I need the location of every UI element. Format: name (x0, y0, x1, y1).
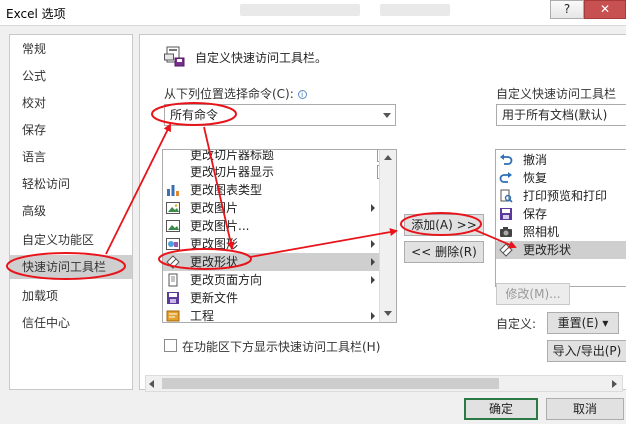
chart-type-icon (167, 185, 179, 196)
list-item[interactable]: 更改图片 (163, 199, 379, 217)
sidebar-item-save[interactable]: 保存 (10, 118, 132, 142)
list-item-label: 保存 (523, 207, 548, 221)
toolbar-commands-list[interactable]: 撤消 恢复 打印预览和打印 保存 照相机 更改形状 (495, 149, 626, 287)
shape-icon (499, 243, 513, 257)
page-orientation-icon (168, 273, 178, 287)
list-item[interactable]: 更改图表类型 (163, 181, 379, 199)
graphic-icon (166, 238, 180, 250)
modify-button[interactable]: 修改(M)... (496, 283, 570, 305)
sidebar-item-language[interactable]: 语言 (10, 145, 132, 169)
title-bar: Excel 选项 ? ✕ (0, 0, 626, 26)
list-item[interactable]: 更新文件 (163, 289, 379, 307)
list-item[interactable]: 工程 (163, 307, 379, 323)
list-item-label: 更改切片器标题 (190, 149, 275, 162)
list-item-label: 更新文件 (190, 291, 239, 305)
sidebar-item-customize-ribbon[interactable]: 自定义功能区 (10, 228, 132, 252)
page-heading: 自定义快速访问工具栏。 (195, 51, 328, 65)
update-file-icon (167, 292, 179, 304)
window-title: Excel 选项 (6, 7, 66, 21)
list-item-label: 更改页面方向 (190, 273, 263, 287)
chevron-down-icon (383, 113, 391, 118)
list-item-label: 更改图表类型 (190, 183, 263, 197)
show-below-ribbon-checkbox[interactable] (164, 339, 177, 352)
choose-commands-label: 从下列位置选择命令(C): i (164, 85, 307, 102)
close-button[interactable]: ✕ (584, 0, 626, 19)
submenu-arrow-icon (371, 276, 375, 284)
info-icon: i (297, 90, 307, 99)
add-button[interactable]: 添加(A) >> (404, 214, 484, 236)
list-item-label: 恢复 (523, 171, 548, 185)
help-button[interactable]: ? (550, 0, 584, 19)
commands-list-scrollbar[interactable] (379, 150, 396, 322)
cancel-button[interactable]: 取消 (546, 398, 624, 420)
choose-commands-dropdown[interactable]: 所有命令 (164, 104, 396, 126)
undo-icon (500, 154, 513, 165)
list-item[interactable]: 打印预览和打印 (496, 187, 626, 205)
sidebar-item-formulas[interactable]: 公式 (10, 64, 132, 88)
sidebar-item-add-ins[interactable]: 加载项 (10, 284, 132, 308)
options-sidebar: 常规 公式 校对 保存 语言 轻松访问 高级 自定义功能区 快速访问工具栏 加载… (9, 34, 133, 390)
shape-icon (166, 255, 180, 269)
list-item[interactable]: 保存 (496, 205, 626, 223)
submenu-arrow-icon (371, 240, 375, 248)
list-item-label: 更改形状 (190, 255, 239, 269)
list-item[interactable]: 更改页面方向 (163, 271, 379, 289)
scroll-up-icon[interactable] (384, 155, 392, 160)
show-below-ribbon-label: 在功能区下方显示快速访问工具栏(H) (182, 340, 381, 354)
commands-list[interactable]: 更改切片器标题 更改切片器显示 更改图表类型 更改图片 更改图片... 更改图形 (162, 149, 397, 323)
list-item[interactable]: 撤消 (496, 151, 626, 169)
camera-icon (500, 227, 512, 237)
horizontal-scrollbar[interactable] (145, 375, 623, 392)
list-item[interactable]: 更改切片器标题 (163, 149, 391, 164)
sidebar-item-accessibility[interactable]: 轻松访问 (10, 172, 132, 196)
choose-commands-value: 所有命令 (170, 108, 219, 122)
sidebar-item-advanced[interactable]: 高级 (10, 199, 132, 223)
sidebar-item-general[interactable]: 常规 (10, 37, 132, 61)
list-item-label: 更改图片... (190, 219, 250, 233)
customizations-label: 自定义: (496, 317, 537, 331)
quick-access-toolbar-icon (164, 46, 185, 67)
list-item-label: 更改图形 (190, 237, 239, 251)
submenu-arrow-icon (371, 258, 375, 266)
background-window-ghost (380, 4, 450, 16)
picture-icon (166, 202, 180, 214)
customize-toolbar-label: 自定义快速访问工具栏 (496, 87, 617, 101)
submenu-arrow-icon (371, 204, 375, 212)
list-item-selected[interactable]: 更改形状 (496, 241, 626, 259)
sidebar-item-quick-access-toolbar[interactable]: 快速访问工具栏 (10, 255, 132, 279)
redo-icon (499, 172, 512, 183)
list-item[interactable]: 更改图形 (163, 235, 379, 253)
scroll-right-icon[interactable] (612, 380, 617, 388)
list-item[interactable]: 照相机 (496, 223, 626, 241)
ok-button[interactable]: 确定 (464, 398, 538, 420)
list-item[interactable]: 更改图片... (163, 217, 379, 235)
list-item-selected[interactable]: 更改形状 (163, 253, 379, 271)
print-preview-icon (500, 189, 513, 203)
list-item-label: 工程 (190, 309, 215, 323)
customize-toolbar-value: 用于所有文档(默认) (502, 108, 608, 122)
list-item-label: 更改形状 (523, 243, 572, 257)
project-icon (166, 310, 180, 322)
list-item-label: 照相机 (523, 225, 560, 239)
scroll-left-icon[interactable] (149, 380, 154, 388)
sidebar-item-trust-center[interactable]: 信任中心 (10, 311, 132, 335)
list-item-label: 更改图片 (190, 201, 239, 215)
sidebar-item-proofing[interactable]: 校对 (10, 91, 132, 115)
submenu-arrow-icon (371, 312, 375, 320)
customize-toolbar-dropdown[interactable]: 用于所有文档(默认) (496, 104, 626, 126)
list-item-label: 撤消 (523, 153, 548, 167)
picture-icon (166, 220, 180, 232)
list-item[interactable]: 更改切片器显示 (163, 163, 391, 181)
list-item-label: 打印预览和打印 (523, 189, 608, 203)
reset-button[interactable]: 重置(E) ▾ (547, 312, 619, 334)
background-window-ghost (240, 4, 360, 16)
remove-button[interactable]: << 删除(R) (404, 241, 484, 263)
list-item[interactable]: 恢复 (496, 169, 626, 187)
scroll-down-icon[interactable] (384, 311, 392, 316)
import-export-button[interactable]: 导入/导出(P) (547, 340, 626, 362)
scrollbar-thumb[interactable] (162, 378, 499, 389)
save-icon (500, 208, 512, 220)
main-panel: 自定义快速访问工具栏。 从下列位置选择命令(C): i 所有命令 自定义快速访问… (139, 34, 626, 392)
list-item-label: 更改切片器显示 (190, 165, 275, 179)
